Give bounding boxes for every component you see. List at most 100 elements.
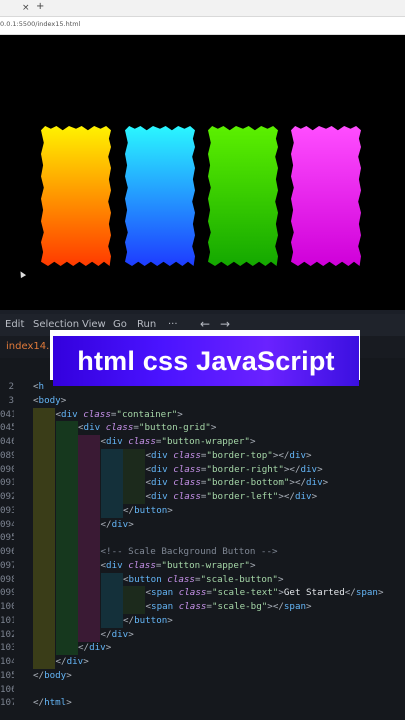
indent-guide [33,503,55,518]
code-text: <div class="border-right"></div> [145,463,323,475]
indent-guide [55,435,78,449]
code-line[interactable]: 095 [0,531,405,546]
code-line[interactable]: 046 <div class="button-wrapper"> [0,435,405,449]
indent-guide [55,490,78,504]
indent-guide [100,462,123,477]
indent-guide [123,476,145,491]
indent-guide [100,490,123,504]
indent-guide [100,586,123,601]
code-line[interactable]: 098 <button class="scale-button"> [0,572,405,587]
line-number: 041 [0,408,14,420]
indent-guide [33,517,55,532]
line-number: 105 [0,669,14,681]
line-number: 107 [0,697,14,709]
indent-guide [78,613,100,628]
indent-guide [33,435,55,449]
line-number: 106 [0,683,14,695]
code-line[interactable]: 104 </div> [0,655,405,669]
new-tab-icon[interactable]: + [36,1,44,13]
indent-guide [123,490,145,504]
indent-guide [55,545,78,559]
indent-guide [78,503,100,518]
indent-guide [55,600,78,614]
code-text: <div class="button-wrapper"> [100,436,256,447]
close-tab-icon[interactable]: × [22,2,30,14]
code-line[interactable]: 106 [0,683,405,697]
code-editor[interactable]: 2 <h 3 <body> 041 <div class="container"> 045 <… [0,358,405,720]
code-text: </button> [123,504,173,516]
code-text: <div class="button-wrapper"> [100,559,256,571]
gradient-panel-yellow-orange [41,126,111,266]
indent-guide [55,586,78,601]
menu-edit[interactable]: Edit [5,319,24,331]
indent-guide [33,407,55,422]
line-number: 092 [0,491,14,502]
indent-guide [55,558,78,573]
indent-guide [78,517,100,532]
code-line[interactable]: 3 <body> [0,394,405,408]
indent-guide [33,572,55,587]
indent-guide [100,613,123,628]
indent-guide [78,490,100,504]
indent-guide [78,558,100,573]
code-line[interactable]: 107 </html> [0,696,405,710]
code-line[interactable]: 091 <div class="border-bottom"></div> [0,476,405,491]
indent-guide [33,421,55,436]
code-line[interactable]: 101 </button> [0,613,405,628]
indent-guide [78,545,100,559]
code-line[interactable]: 105 </body> [0,669,405,683]
code-text: <div class="border-bottom"></div> [145,477,329,489]
line-number: 2 [8,381,14,392]
banner-title: html css JavaScript [77,345,335,376]
code-text: </div> [100,518,134,530]
back-arrow-icon[interactable]: ← [200,317,210,331]
code-line[interactable]: 041 <div class="container"> [0,407,405,422]
code-line[interactable]: 097 <div class="button-wrapper"> [0,558,405,573]
address-bar[interactable]: 0.0.1:5500/index15.html [0,17,405,35]
code-line[interactable]: 103 </div> [0,641,405,656]
gradient-panel-cyan-blue [125,126,195,266]
code-line[interactable]: 093 </button> [0,503,405,518]
indent-guide [123,448,145,463]
line-number: 098 [0,573,14,585]
indent-guide [55,627,78,642]
code-line[interactable]: 099 <span class="scale-text">Get Started<… [0,586,405,601]
indent-guide [123,586,145,601]
forward-arrow-icon[interactable]: → [220,317,230,331]
indent-guide [78,627,100,642]
indent-guide [100,476,123,491]
code-text: <body> [33,394,67,406]
indent-guide [100,572,123,587]
code-line[interactable]: 102 </div> [0,627,405,642]
line-number: 104 [0,656,14,667]
indent-guide [78,572,100,587]
browser-tab-strip: × + [0,0,405,17]
code-line[interactable]: 045 <div class="button-grid"> [0,421,405,436]
indent-guide [33,558,55,573]
file-tab-index14[interactable]: index14.h [0,336,56,358]
code-line[interactable]: 090 <div class="border-right"></div> [0,462,405,477]
indent-guide [33,613,55,628]
indent-guide [78,462,100,477]
indent-guide [33,586,55,601]
code-line[interactable]: 089 <div class="border-top"></div> [0,448,405,463]
line-number: 094 [0,518,14,530]
line-number: 097 [0,559,14,571]
code-text: </div> [100,628,134,640]
indent-guide [33,545,55,559]
indent-guide [78,476,100,491]
code-line[interactable]: 092 <div class="border-left"></div> [0,490,405,504]
line-number: 091 [0,477,14,489]
line-number: 099 [0,587,14,599]
code-line[interactable]: 100 <span class="scale-bg"></span> [0,600,405,614]
address-url[interactable]: 0.0.1:5500/index15.html [0,20,80,28]
mouse-cursor-icon [17,269,27,279]
line-number: 096 [0,546,14,557]
indent-guide [33,641,55,656]
indent-guide [78,600,100,614]
code-line[interactable]: 096 <!-- Scale Background Button --> [0,545,405,559]
line-number: 093 [0,504,14,516]
code-line[interactable]: 094 </div> [0,517,405,532]
indent-guide [55,531,78,546]
indent-guide [123,462,145,477]
